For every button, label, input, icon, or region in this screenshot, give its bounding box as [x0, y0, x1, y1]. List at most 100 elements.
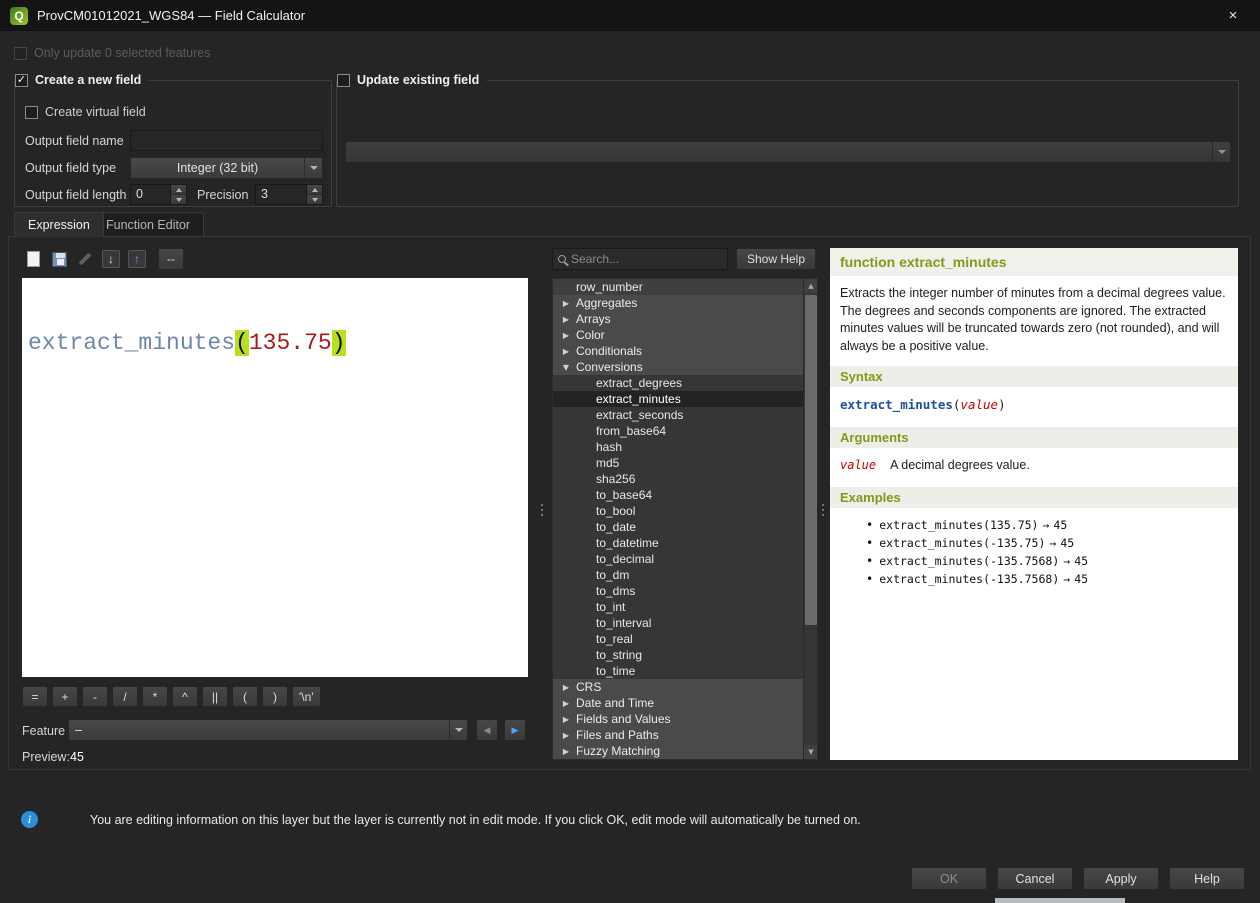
- function-tree: row_number ▶Aggregates ▶Arrays ▶Color ▶C…: [552, 278, 818, 760]
- create-new-field-checkbox[interactable]: ✓: [15, 74, 28, 87]
- function-tree-group[interactable]: ▶Arrays: [553, 311, 804, 327]
- update-existing-field-checkbox[interactable]: [337, 74, 350, 87]
- only-update-selected-row: Only update 0 selected features: [14, 46, 211, 60]
- chevron-right-icon: ▶: [561, 347, 571, 356]
- function-tree-label: extract_degrees: [596, 376, 682, 390]
- spin-up-button[interactable]: [171, 185, 186, 194]
- output-field-name-input[interactable]: [130, 130, 323, 151]
- syntax-function: extract_minutes: [840, 397, 953, 412]
- save-expression-button[interactable]: [48, 248, 70, 270]
- operator-minus-button[interactable]: -: [82, 686, 108, 707]
- function-tree-group[interactable]: ▶Conditionals: [553, 343, 804, 359]
- scroll-up-button[interactable]: ▲: [804, 279, 818, 293]
- output-field-type-select[interactable]: Integer (32 bit): [130, 157, 323, 179]
- import-expressions-button[interactable]: ↓: [100, 248, 122, 270]
- function-tree-group[interactable]: ▶Fuzzy Matching: [553, 743, 804, 759]
- function-tree-group[interactable]: ▼Conversions: [553, 359, 804, 375]
- operator-divide-button[interactable]: /: [112, 686, 138, 707]
- function-tree-item[interactable]: to_string: [553, 647, 804, 663]
- function-tree-group[interactable]: ▶Color: [553, 327, 804, 343]
- function-tree-label: to_real: [596, 632, 633, 646]
- scrollbar-thumb[interactable]: [805, 295, 817, 625]
- tab-expression[interactable]: Expression: [14, 212, 104, 237]
- operator-close-paren-button[interactable]: ): [262, 686, 288, 707]
- function-tree-item[interactable]: to_int: [553, 599, 804, 615]
- function-tree-item-selected[interactable]: extract_minutes: [553, 391, 804, 407]
- operator-power-button[interactable]: ^: [172, 686, 198, 707]
- argument-description: A decimal degrees value.: [890, 458, 1030, 472]
- save-icon: [52, 252, 67, 267]
- scroll-up-icon: ▲: [808, 282, 813, 290]
- function-tree-group[interactable]: ▶CRS: [553, 679, 804, 695]
- tree-scrollbar[interactable]: ▲ ▼: [803, 279, 817, 759]
- chevron-right-icon: ▶: [561, 331, 571, 340]
- function-tree-label: to_dms: [596, 584, 635, 598]
- function-tree-item[interactable]: from_base64: [553, 423, 804, 439]
- chevron-right-icon: ▶: [561, 315, 571, 324]
- operator-concat-button[interactable]: ||: [202, 686, 228, 707]
- expression-editor[interactable]: extract_minutes(135.75): [22, 278, 528, 677]
- splitter-handle[interactable]: [539, 492, 545, 528]
- example-result: 45: [1074, 572, 1088, 586]
- function-tree-group[interactable]: ▶Aggregates: [553, 295, 804, 311]
- show-help-button[interactable]: Show Help: [736, 248, 816, 270]
- function-search-box[interactable]: [552, 248, 728, 270]
- function-tree-item[interactable]: extract_degrees: [553, 375, 804, 391]
- new-expression-button[interactable]: [22, 248, 44, 270]
- titlebar[interactable]: Q ProvCM01012021_WGS84 — Field Calculato…: [0, 0, 1260, 31]
- function-tree-item[interactable]: to_dms: [553, 583, 804, 599]
- spin-down-button[interactable]: [171, 194, 186, 204]
- function-tree-item[interactable]: sha256: [553, 471, 804, 487]
- operator-newline-button[interactable]: '\n': [292, 686, 321, 707]
- cancel-button[interactable]: Cancel: [997, 867, 1073, 890]
- comment-button[interactable]: --: [158, 248, 184, 270]
- tab-label: Expression: [28, 218, 90, 232]
- operator-equals-button[interactable]: =: [22, 686, 48, 707]
- output-field-length-label: Output field length: [25, 188, 126, 202]
- function-tree-item[interactable]: to_base64: [553, 487, 804, 503]
- function-tree-item[interactable]: to_decimal: [553, 551, 804, 567]
- ok-button[interactable]: OK: [911, 867, 987, 890]
- function-tree-group[interactable]: ▶Fields and Values: [553, 711, 804, 727]
- function-tree-item[interactable]: to_real: [553, 631, 804, 647]
- close-button[interactable]: ×: [1216, 0, 1250, 31]
- help-button[interactable]: Help: [1169, 867, 1245, 890]
- function-tree-group[interactable]: ▶Date and Time: [553, 695, 804, 711]
- operator-multiply-button[interactable]: *: [142, 686, 168, 707]
- create-virtual-field-row[interactable]: Create virtual field: [25, 105, 146, 119]
- precision-spinner[interactable]: 3: [255, 184, 323, 205]
- function-search-input[interactable]: [571, 252, 722, 266]
- function-tree-label: md5: [596, 456, 619, 470]
- scroll-down-button[interactable]: ▼: [804, 745, 818, 759]
- output-field-length-spinner[interactable]: 0: [130, 184, 187, 205]
- argument-row: value A decimal degrees value.: [830, 448, 1238, 482]
- tab-function-editor[interactable]: Function Editor: [92, 212, 204, 237]
- operator-open-paren-button[interactable]: (: [232, 686, 258, 707]
- spin-up-button[interactable]: [307, 185, 322, 194]
- operator-plus-button[interactable]: +: [52, 686, 78, 707]
- create-virtual-field-checkbox[interactable]: [25, 106, 38, 119]
- export-expressions-button[interactable]: ↑: [126, 248, 148, 270]
- function-tree-label: to_base64: [596, 488, 652, 502]
- scroll-down-icon: ▼: [808, 748, 813, 756]
- function-tree-item[interactable]: to_dm: [553, 567, 804, 583]
- function-tree-item[interactable]: to_date: [553, 519, 804, 535]
- function-tree-item[interactable]: to_interval: [553, 615, 804, 631]
- chevron-down-icon: ▼: [561, 363, 571, 372]
- function-tree-item[interactable]: to_bool: [553, 503, 804, 519]
- check-icon: ✓: [17, 75, 26, 86]
- function-tree-item[interactable]: md5: [553, 455, 804, 471]
- spin-down-button[interactable]: [307, 194, 322, 204]
- function-tree-group[interactable]: ▶Files and Paths: [553, 727, 804, 743]
- operator-button-bar: = + - / * ^ || ( ) '\n': [22, 686, 321, 707]
- feature-selector[interactable]: –: [68, 719, 468, 741]
- apply-button[interactable]: Apply: [1083, 867, 1159, 890]
- next-feature-button[interactable]: ▶: [504, 719, 526, 741]
- function-tree-item[interactable]: row_number: [553, 279, 804, 295]
- function-tree-item[interactable]: extract_seconds: [553, 407, 804, 423]
- create-new-field-group: ✓ Create a new field Create virtual fiel…: [14, 80, 332, 207]
- function-tree-item[interactable]: to_time: [553, 663, 804, 679]
- function-tree-item[interactable]: hash: [553, 439, 804, 455]
- splitter-handle[interactable]: [820, 492, 826, 528]
- function-tree-item[interactable]: to_datetime: [553, 535, 804, 551]
